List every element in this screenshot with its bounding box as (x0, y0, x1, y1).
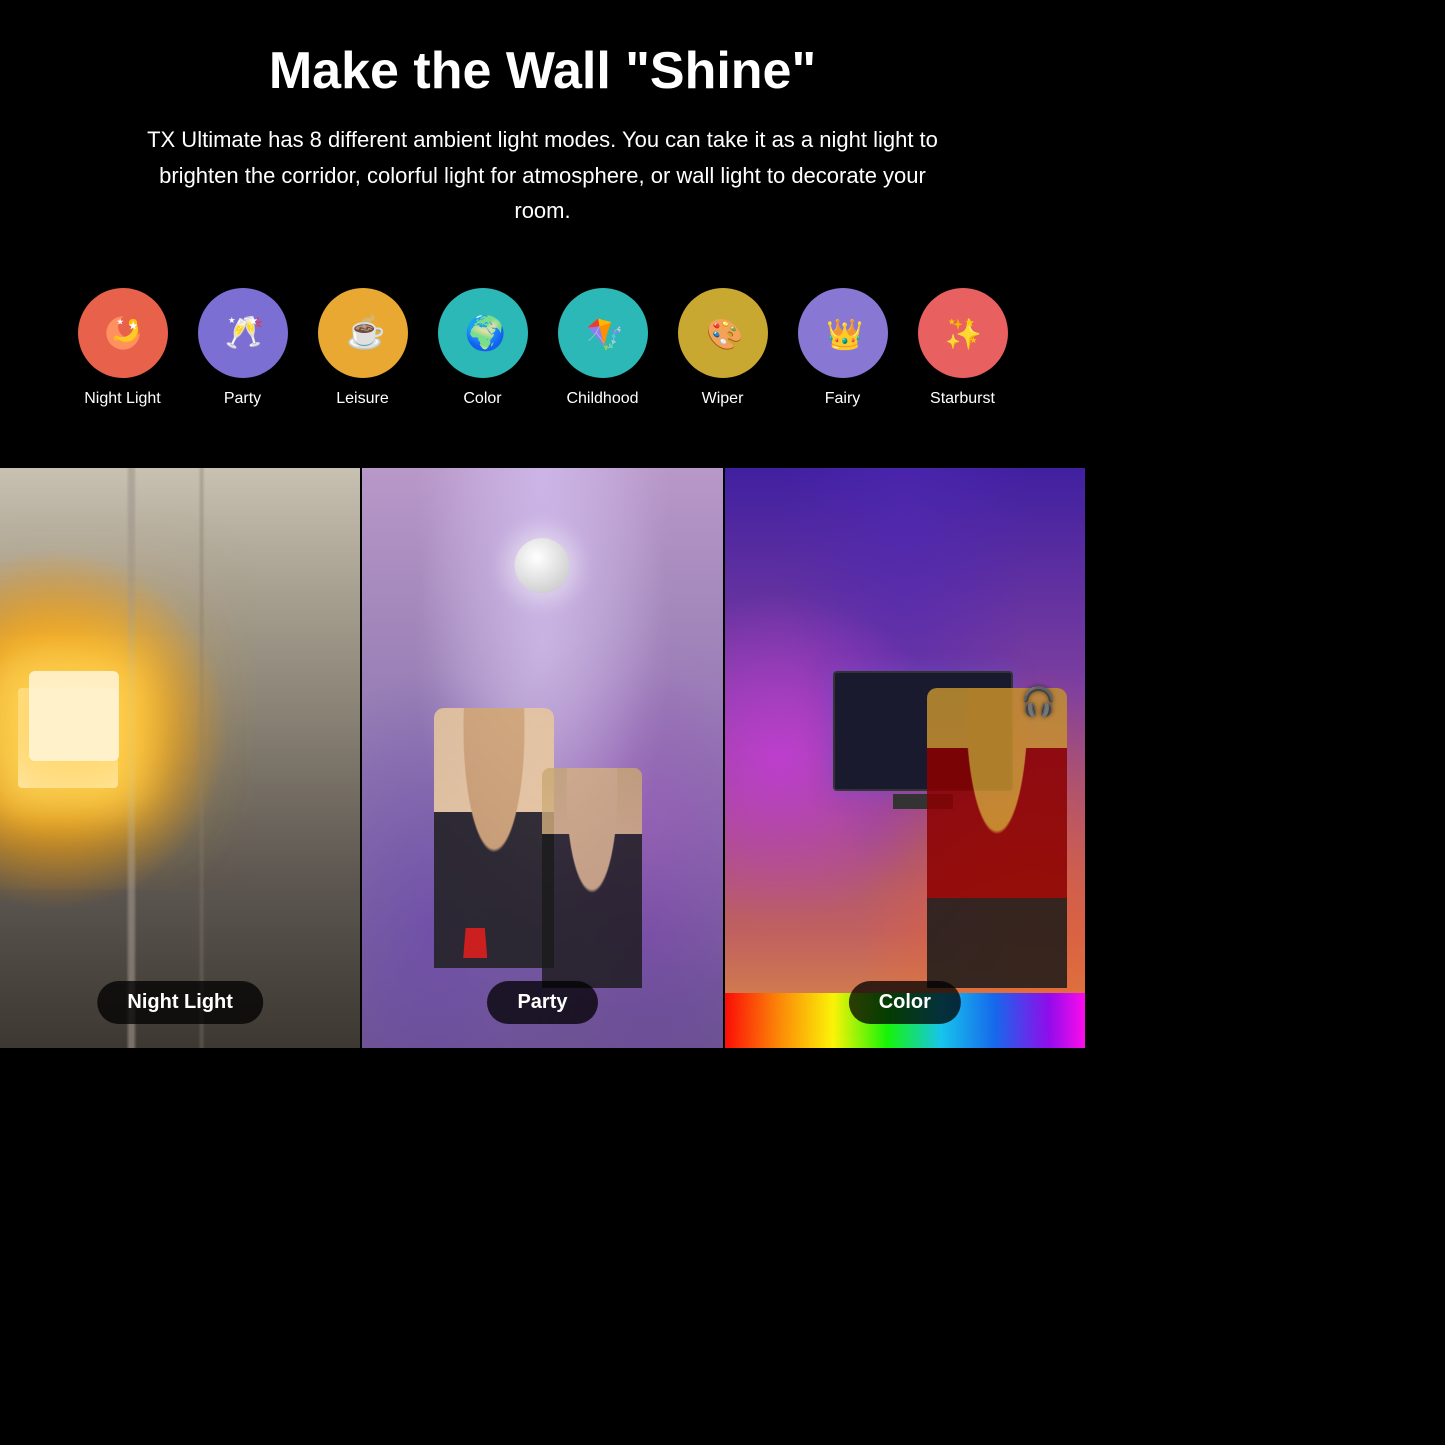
mode-item-wiper: 🎨 Wiper (678, 288, 768, 408)
mode-icon-fairy: 👑 (798, 288, 888, 378)
svg-text:🌍: 🌍 (464, 314, 506, 353)
mode-icon-party: 🥂 ★ ★ (198, 288, 288, 378)
mode-item-childhood: 🪁 Childhood (558, 288, 648, 408)
person-figure-1 (434, 708, 554, 968)
svg-text:☕: ☕ (346, 313, 385, 350)
mode-icon-childhood: 🪁 (558, 288, 648, 378)
mode-item-party: 🥂 ★ ★ Party (198, 288, 288, 408)
svg-text:★: ★ (969, 335, 976, 345)
photo-label-party-photo: Party (487, 981, 597, 1024)
person-figure-2 (542, 768, 642, 988)
photo-panel-party-photo: Party (360, 468, 722, 1048)
photo-label-night-light-photo: Night Light (97, 981, 263, 1024)
svg-text:🎨: 🎨 (706, 316, 743, 352)
person-at-desk (927, 688, 1067, 988)
svg-text:★: ★ (248, 315, 258, 328)
mode-icon-wiper: 🎨 (678, 288, 768, 378)
svg-text:★: ★ (964, 316, 974, 329)
top-section: Make the Wall "Shine" TX Ultimate has 8 … (0, 0, 1085, 468)
photo-panel-color-photo: 🎧 Color (723, 468, 1085, 1048)
mode-label-childhood: Childhood (566, 390, 638, 408)
mode-label-night-light: Night Light (84, 390, 161, 408)
mode-icon-color: 🌍 (438, 288, 528, 378)
party-cup-1 (463, 928, 487, 958)
photo-label-color-photo: Color (849, 981, 961, 1024)
svg-text:★: ★ (116, 317, 123, 327)
svg-text:★: ★ (128, 320, 138, 333)
globe-lamp (515, 538, 570, 593)
mode-label-starburst: Starburst (930, 390, 995, 408)
mode-label-fairy: Fairy (825, 390, 861, 408)
svg-text:★: ★ (228, 315, 235, 325)
mode-label-party: Party (224, 390, 261, 408)
mode-label-color: Color (463, 390, 501, 408)
photos-section: Night Light Party 🎧 Color (0, 468, 1085, 1048)
svg-text:👑: 👑 (826, 318, 863, 352)
main-title: Make the Wall "Shine" (60, 40, 1025, 102)
photo-panel-night-light-photo: Night Light (0, 468, 360, 1048)
svg-text:★: ★ (948, 317, 955, 327)
headphones: 🎧 (1021, 685, 1056, 718)
mode-label-leisure: Leisure (336, 390, 388, 408)
mode-item-fairy: 👑 Fairy (798, 288, 888, 408)
mode-item-color: 🌍 Color (438, 288, 528, 408)
mode-label-wiper: Wiper (702, 390, 744, 408)
modes-row: 🌙 ★ ★ Night Light 🥂 ★ ★ Party ☕ Leisure … (60, 268, 1025, 438)
subtitle-text: TX Ultimate has 8 different ambient ligh… (133, 122, 953, 228)
mode-item-night-light: 🌙 ★ ★ Night Light (78, 288, 168, 408)
mode-item-leisure: ☕ Leisure (318, 288, 408, 408)
mode-item-starburst: ✨ ★ ★ ★ Starburst (918, 288, 1008, 408)
svg-text:🪁: 🪁 (586, 318, 623, 352)
mode-icon-night-light: 🌙 ★ ★ (78, 288, 168, 378)
wall-light-sconce (29, 671, 119, 761)
mode-icon-leisure: ☕ (318, 288, 408, 378)
mode-icon-starburst: ✨ ★ ★ ★ (918, 288, 1008, 378)
